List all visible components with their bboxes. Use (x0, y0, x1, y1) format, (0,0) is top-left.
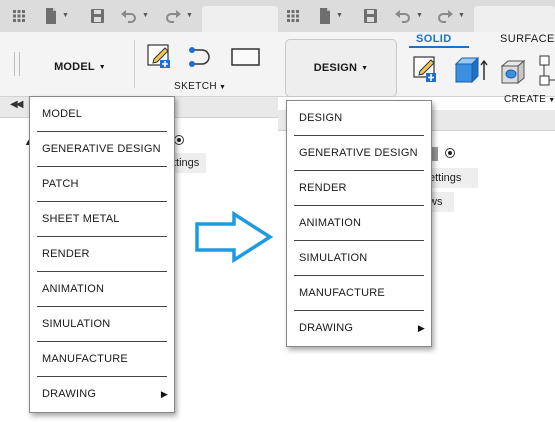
undo-caret-icon[interactable]: ▼ (416, 12, 423, 19)
undo-icon[interactable] (394, 5, 412, 27)
tab-surface[interactable]: SURFACE (500, 33, 555, 45)
create-sketch-icon[interactable] (146, 42, 174, 70)
menu-item-render[interactable]: RENDER (287, 171, 431, 206)
menu-item-label: DESIGN (299, 112, 343, 124)
extrude-icon[interactable] (452, 54, 488, 86)
menu-item-label: GENERATIVE DESIGN (299, 147, 418, 159)
create-sketch-icon[interactable] (412, 54, 440, 84)
undo-icon[interactable] (120, 5, 138, 27)
create-group-label[interactable]: CREATE ▼ (504, 94, 555, 105)
workspace-dropdown-menu: MODEL GENERATIVE DESIGN PATCH SHEET METAL RE… (29, 96, 175, 413)
menu-item-simulation[interactable]: SIMULATION (30, 307, 174, 342)
menu-item-label: RENDER (42, 248, 90, 260)
document-tab[interactable] (202, 6, 278, 32)
grid-icon[interactable] (12, 5, 26, 27)
file-icon[interactable] (44, 5, 58, 27)
undo-caret-icon[interactable]: ▼ (142, 12, 149, 19)
menu-item-manufacture[interactable]: MANUFACTURE (30, 342, 174, 377)
chevron-down-icon: ▼ (361, 65, 369, 72)
collapse-browser-icon[interactable]: ◀◀ (10, 99, 23, 110)
menu-item-label: DRAWING (42, 388, 97, 400)
menu-item-label: ANIMATION (42, 283, 105, 295)
sketch-group-label[interactable]: SKETCH ▼ (174, 81, 226, 92)
menu-item-label: MANUFACTURE (42, 353, 128, 365)
radio-selected-icon[interactable] (174, 135, 184, 145)
workspace-dropdown-menu: DESIGN GENERATIVE DESIGN RENDER ANIMATION SI… (286, 100, 432, 347)
document-tab[interactable] (474, 6, 555, 32)
ribbon-divider (134, 40, 135, 88)
menu-item-label: PATCH (42, 178, 79, 190)
menu-item-label: ANIMATION (299, 217, 362, 229)
menu-item-animation[interactable]: ANIMATION (30, 272, 174, 307)
menu-item-label: DRAWING (299, 322, 354, 334)
chevron-down-icon: ▼ (98, 64, 106, 71)
ribbon: DESIGN ▼ SOLID SURFACE CREATE ▼ (278, 32, 555, 105)
menu-item-sheet-metal[interactable]: SHEET METAL (30, 202, 174, 237)
save-icon[interactable] (90, 5, 105, 27)
file-icon[interactable] (318, 5, 332, 27)
menu-item-simulation[interactable]: SIMULATION (287, 241, 431, 276)
quick-access-toolbar: ▼ ▼ ▼ (278, 0, 555, 32)
rectangle-icon[interactable] (230, 46, 262, 68)
menu-item-label: SIMULATION (42, 318, 111, 330)
tab-solid-underline (409, 46, 469, 48)
submenu-arrow-icon: ▶ (160, 389, 168, 399)
menu-item-animation[interactable]: ANIMATION (287, 206, 431, 241)
revolve-icon[interactable] (498, 58, 528, 86)
chevron-down-icon: ▼ (218, 84, 227, 91)
menu-item-label: RENDER (299, 182, 347, 194)
quick-access-toolbar: ▼ ▼ ▼ (0, 0, 278, 32)
redo-caret-icon[interactable]: ▼ (458, 12, 465, 19)
workspace-switcher-button[interactable]: MODEL ▼ (30, 52, 130, 82)
menu-item-patch[interactable]: PATCH (30, 167, 174, 202)
pattern-icon[interactable] (538, 52, 555, 90)
redo-icon[interactable] (164, 5, 182, 27)
save-icon[interactable] (363, 5, 378, 27)
arc-icon[interactable] (186, 44, 218, 70)
redo-icon[interactable] (436, 5, 454, 27)
grid-icon[interactable] (286, 5, 300, 27)
menu-item-drawing[interactable]: DRAWING ▶ (30, 377, 174, 412)
file-menu-caret-icon[interactable]: ▼ (62, 12, 69, 19)
menu-item-generative-design[interactable]: GENERATIVE DESIGN (30, 132, 174, 167)
ribbon-grip-icon[interactable] (14, 52, 20, 76)
chevron-down-icon: ▼ (548, 97, 555, 104)
menu-item-label: MANUFACTURE (299, 287, 385, 299)
right-arrow-icon (194, 210, 274, 268)
menu-item-generative-design[interactable]: GENERATIVE DESIGN (287, 136, 431, 171)
settings-partial-label: ttings (173, 157, 200, 169)
menu-item-label: SHEET METAL (42, 213, 120, 225)
ribbon: MODEL ▼ SKETCH ▼ (0, 32, 278, 97)
workspace-switcher-button[interactable]: DESIGN ▼ (285, 39, 397, 97)
menu-item-render[interactable]: RENDER (30, 237, 174, 272)
tab-solid[interactable]: SOLID (416, 33, 452, 45)
menu-item-drawing[interactable]: DRAWING ▶ (287, 311, 431, 346)
submenu-arrow-icon: ▶ (417, 323, 425, 333)
right-panel: ▼ ▼ ▼ DESIGN ▼ SOLID SURFACE CREATE ▼ et… (278, 0, 555, 422)
menu-item-label: GENERATIVE DESIGN (42, 143, 161, 155)
menu-item-model[interactable]: MODEL (30, 97, 174, 132)
menu-item-manufacture[interactable]: MANUFACTURE (287, 276, 431, 311)
settings-partial-label: ettings (429, 172, 462, 184)
redo-caret-icon[interactable]: ▼ (186, 12, 193, 19)
file-menu-caret-icon[interactable]: ▼ (336, 12, 343, 19)
radio-selected-icon[interactable] (445, 148, 455, 158)
menu-item-label: MODEL (42, 108, 83, 120)
menu-item-design[interactable]: DESIGN (287, 101, 431, 136)
menu-item-label: SIMULATION (299, 252, 368, 264)
